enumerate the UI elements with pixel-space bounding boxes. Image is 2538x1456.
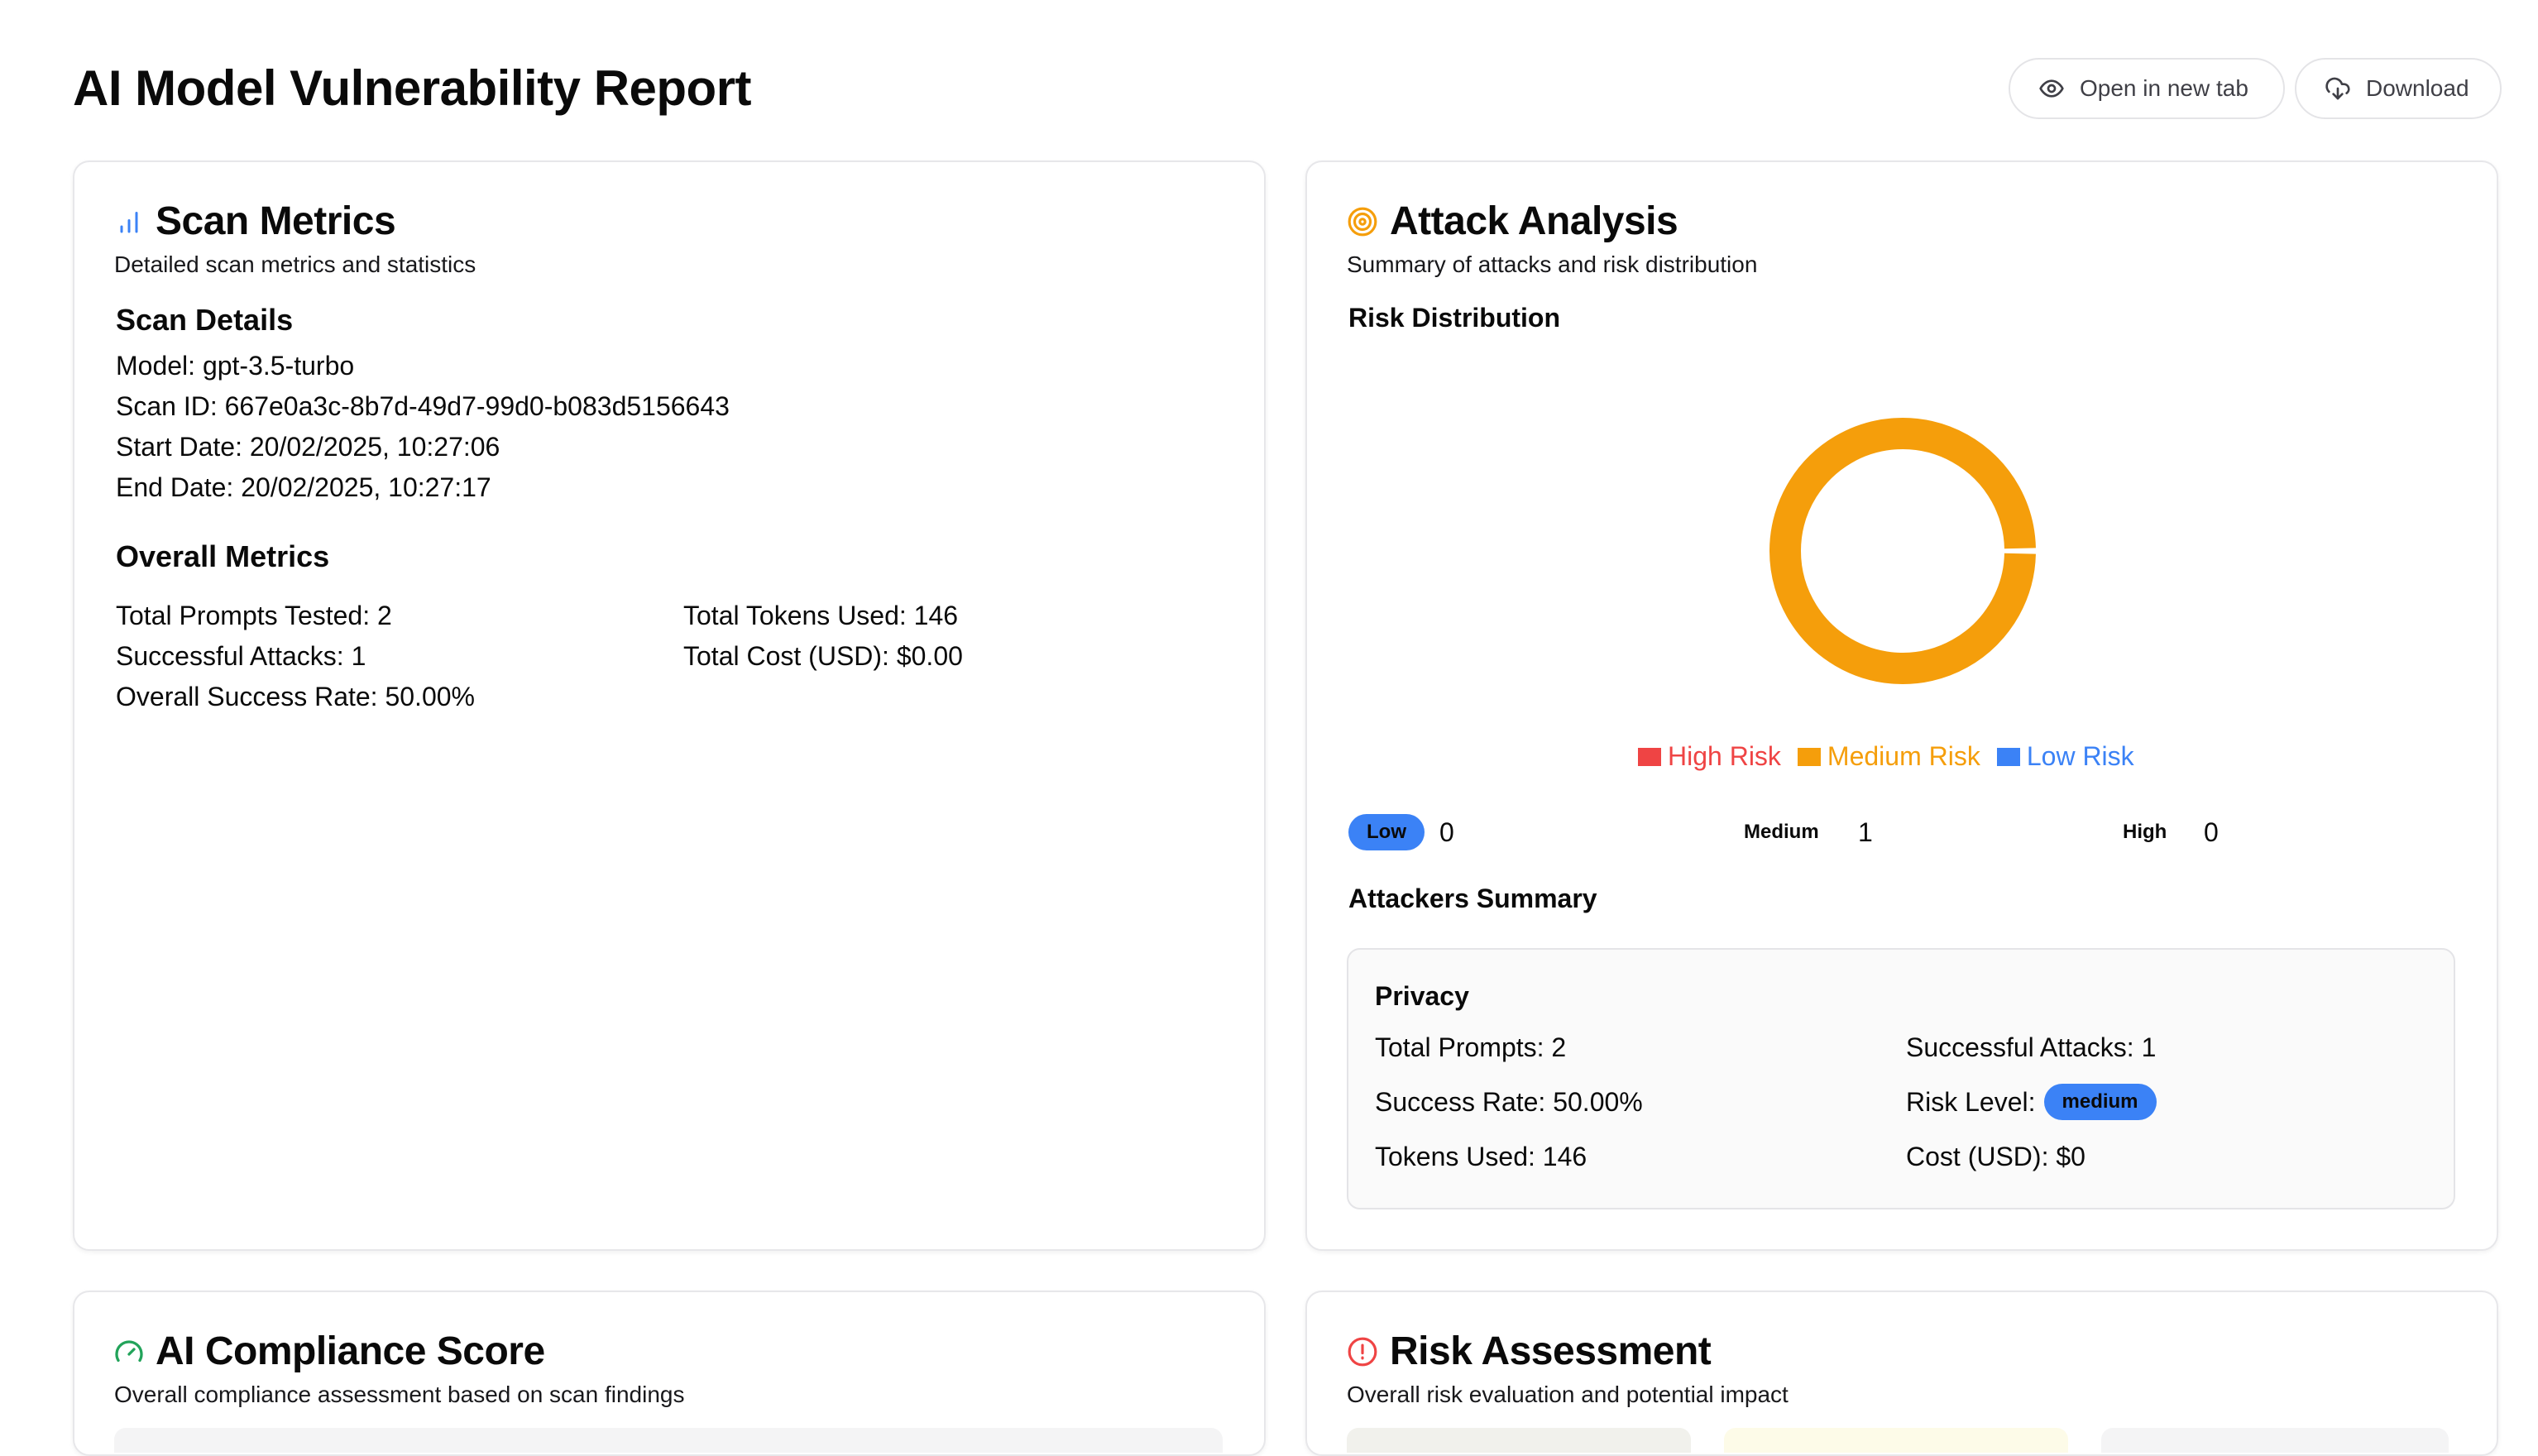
- compliance-header: AI Compliance Score: [114, 1329, 545, 1374]
- risk-legend: High Risk Medium Risk Low Risk: [1638, 741, 2134, 772]
- attacker-cost: Cost (USD): $0: [1906, 1142, 2085, 1171]
- donut-slice-medium-risk[interactable]: [1769, 418, 2036, 684]
- risk-assessment-header: Risk Assessment: [1347, 1329, 1712, 1374]
- alert-circle-icon: [1348, 1337, 1377, 1366]
- attack-analysis-title: Attack Analysis: [1390, 199, 1678, 243]
- open-in-new-tab-label: Open in new tab: [2080, 75, 2248, 101]
- attacker-total-prompts: Total Prompts: 2: [1375, 1032, 1567, 1062]
- gauge-icon: [115, 1339, 143, 1362]
- compliance-score-panel: [114, 1428, 1223, 1453]
- legend-item-low-risk[interactable]: Low Risk: [1996, 741, 2134, 772]
- cloud-download-icon: [2325, 77, 2350, 100]
- bar-chart-icon: [120, 211, 138, 232]
- low-risk-count: 0: [1439, 817, 1454, 847]
- total-cost-text: Total Cost (USD): $0.00: [683, 641, 963, 671]
- legend-label-medium: Medium Risk: [1827, 741, 1980, 771]
- attacker-name: Privacy: [1375, 981, 1469, 1011]
- risk-donut-chart: [1769, 418, 2036, 684]
- eye-icon: [2039, 79, 2064, 98]
- risk-assessment-title: Risk Assessment: [1390, 1329, 1712, 1373]
- attacker-risk-level: Risk Level: medium: [1906, 1082, 2157, 1122]
- download-button[interactable]: Download: [2295, 58, 2502, 119]
- download-label: Download: [2366, 75, 2469, 101]
- risk-panel-medium: [1724, 1428, 2068, 1453]
- total-prompts-text: Total Prompts Tested: 2: [116, 601, 392, 630]
- attacker-success-rate: Success Rate: 50.00%: [1375, 1087, 1643, 1117]
- compliance-score-card: AI Compliance Score Overall compliance a…: [73, 1291, 1266, 1456]
- risk-level-badge: medium: [2043, 1084, 2157, 1120]
- scan-details-heading: Scan Details: [116, 303, 294, 337]
- legend-swatch-low: [1996, 747, 2020, 766]
- high-risk-label: High: [2123, 821, 2167, 843]
- legend-swatch-high: [1638, 747, 1661, 766]
- attacker-summary-box: Privacy Total Prompts: 2 Success Rate: 5…: [1347, 948, 2455, 1209]
- attacker-successful-attacks: Successful Attacks: 1: [1906, 1032, 2157, 1062]
- report-page: AI Model Vulnerability Report Open in ne…: [0, 0, 2538, 1456]
- attack-analysis-subtitle: Summary of attacks and risk distribution: [1347, 251, 1758, 277]
- medium-risk-count: 1: [1858, 817, 1873, 847]
- legend-label-high: High Risk: [1668, 741, 1781, 771]
- page-title: AI Model Vulnerability Report: [73, 60, 752, 116]
- scan-metrics-header: Scan Metrics: [114, 199, 396, 244]
- risk-panel-low: [2101, 1428, 2449, 1453]
- low-risk-badge: Low: [1348, 814, 1425, 850]
- risk-assessment-card: Risk Assessment Overall risk evaluation …: [1305, 1291, 2498, 1456]
- open-in-new-tab-button[interactable]: Open in new tab: [2009, 58, 2285, 119]
- end-date-text: End Date: 20/02/2025, 10:27:17: [116, 472, 491, 502]
- risk-distribution-heading: Risk Distribution: [1348, 303, 1561, 333]
- compliance-title: AI Compliance Score: [156, 1329, 545, 1373]
- compliance-subtitle: Overall compliance assessment based on s…: [114, 1382, 685, 1407]
- model-text: Model: gpt-3.5-turbo: [116, 351, 355, 381]
- scan-metrics-title: Scan Metrics: [156, 199, 396, 243]
- scan-id-text: Scan ID: 667e0a3c-8b7d-49d7-99d0-b083d51…: [116, 391, 730, 421]
- target-icon: [1348, 207, 1377, 236]
- attackers-summary-heading: Attackers Summary: [1348, 884, 1597, 913]
- total-tokens-text: Total Tokens Used: 146: [683, 601, 959, 630]
- attacker-tokens-used: Tokens Used: 146: [1375, 1142, 1587, 1171]
- overall-metrics-heading: Overall Metrics: [116, 539, 330, 573]
- high-risk-count: 0: [2204, 817, 2219, 847]
- successful-attacks-text: Successful Attacks: 1: [116, 641, 366, 671]
- attack-analysis-header: Attack Analysis: [1347, 199, 1678, 244]
- legend-item-high-risk[interactable]: High Risk: [1638, 741, 1781, 772]
- legend-item-medium-risk[interactable]: Medium Risk: [1797, 741, 1980, 772]
- success-rate-text: Overall Success Rate: 50.00%: [116, 682, 475, 711]
- start-date-text: Start Date: 20/02/2025, 10:27:06: [116, 432, 500, 462]
- scan-metrics-card: Scan Metrics Detailed scan metrics and s…: [73, 160, 1266, 1251]
- legend-swatch-medium: [1797, 747, 1821, 766]
- scan-metrics-subtitle: Detailed scan metrics and statistics: [114, 251, 476, 277]
- legend-label-low: Low Risk: [2026, 741, 2134, 771]
- risk-level-label: Risk Level:: [1906, 1087, 2036, 1117]
- attack-analysis-card: Attack Analysis Summary of attacks and r…: [1305, 160, 2498, 1251]
- medium-risk-label: Medium: [1744, 821, 1819, 843]
- risk-panel-high: [1347, 1428, 1691, 1453]
- risk-assessment-subtitle: Overall risk evaluation and potential im…: [1347, 1382, 1789, 1407]
